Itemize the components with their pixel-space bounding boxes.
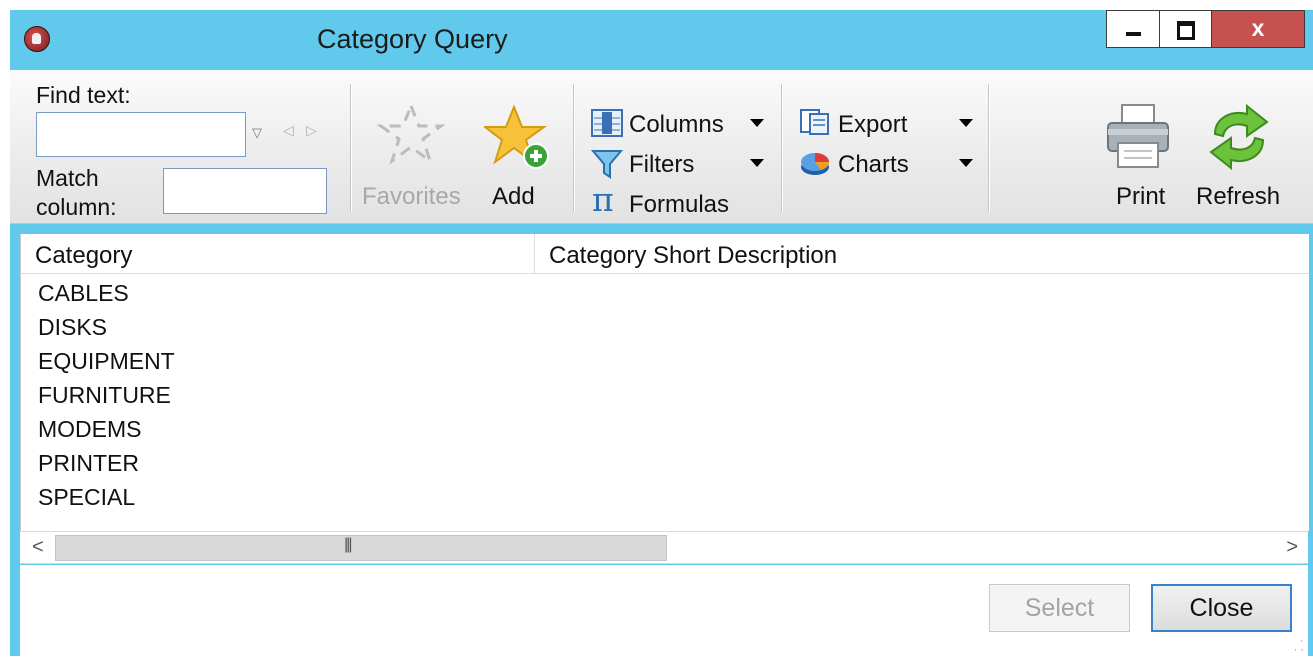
scrollbar-grip-icon: ||| xyxy=(344,536,353,553)
formulas-label: Formulas xyxy=(629,191,730,218)
export-icon xyxy=(800,109,829,135)
minimize-icon xyxy=(1126,32,1141,36)
select-label: Select xyxy=(1024,594,1095,622)
charts-label: Charts xyxy=(838,151,909,178)
maximize-icon xyxy=(1177,21,1195,40)
filters-dropdown-icon[interactable] xyxy=(750,159,764,167)
match-column-label-line2: column: xyxy=(36,194,117,220)
resize-grip-icon[interactable]: · · · xyxy=(1294,636,1304,656)
table-row[interactable]: PRINTER xyxy=(38,450,139,477)
formulas-icon: π xyxy=(592,180,614,219)
separator xyxy=(350,84,352,212)
refresh-label: Refresh xyxy=(1196,183,1281,210)
find-next-icon[interactable]: ▷ xyxy=(306,122,317,139)
export-dropdown-icon[interactable] xyxy=(959,119,973,127)
category-query-window: Category Query x Find text: ▽ ◁ ▷ Match … xyxy=(10,10,1313,657)
refresh-icon xyxy=(1209,104,1269,170)
find-text-label: Find text: xyxy=(36,82,131,108)
find-previous-icon[interactable]: ◁ xyxy=(283,122,294,139)
separator xyxy=(573,84,575,212)
close-window-button[interactable]: x xyxy=(1212,10,1305,48)
window-title: Category Query xyxy=(317,24,508,54)
horizontal-scrollbar[interactable]: < ||| > xyxy=(20,531,1308,564)
close-button[interactable]: Close xyxy=(1151,584,1292,632)
dialog-footer: Select Close · · · xyxy=(20,565,1308,657)
results-grid: Category Category Short Description CABL… xyxy=(20,234,1309,531)
table-row[interactable]: MODEMS xyxy=(38,416,142,443)
print-label: Print xyxy=(1116,183,1166,210)
table-row[interactable]: SPECIAL xyxy=(38,484,135,511)
favorites-label: Favorites xyxy=(362,183,461,210)
column-header-label: Category Short Description xyxy=(549,242,838,269)
columns-icon xyxy=(591,109,623,137)
find-text-input[interactable] xyxy=(36,112,246,157)
find-dropdown-icon[interactable]: ▽ xyxy=(252,125,262,141)
column-header-category[interactable]: Category xyxy=(21,234,535,274)
columns-dropdown-icon[interactable] xyxy=(750,119,764,127)
scroll-right-icon[interactable]: > xyxy=(1286,536,1298,559)
app-icon[interactable] xyxy=(24,26,50,52)
export-label: Export xyxy=(838,111,908,138)
table-row[interactable]: DISKS xyxy=(38,314,107,341)
toolbar: Find text: ▽ ◁ ▷ Match column: Favorites… xyxy=(10,70,1313,224)
columns-label: Columns xyxy=(629,111,724,138)
close-label: Close xyxy=(1189,594,1254,622)
print-icon xyxy=(1107,104,1169,168)
minimize-button[interactable] xyxy=(1106,10,1160,48)
select-button[interactable]: Select xyxy=(989,584,1130,632)
scrollbar-thumb[interactable]: ||| xyxy=(55,535,667,561)
match-column-label-line1: Match xyxy=(36,165,99,191)
table-row[interactable]: CABLES xyxy=(38,280,129,307)
title-bar[interactable]: Category Query x xyxy=(10,10,1313,70)
match-column-input[interactable] xyxy=(163,168,327,214)
filters-label: Filters xyxy=(629,151,695,178)
add-star-icon xyxy=(484,104,549,169)
table-row[interactable]: EQUIPMENT xyxy=(38,348,175,375)
table-row[interactable]: FURNITURE xyxy=(38,382,171,409)
separator xyxy=(988,84,990,212)
column-header-short-description[interactable]: Category Short Description xyxy=(535,234,1309,274)
filters-icon xyxy=(591,150,623,179)
column-header-label: Category xyxy=(35,242,133,269)
favorites-icon xyxy=(377,102,445,165)
charts-dropdown-icon[interactable] xyxy=(959,159,973,167)
separator xyxy=(781,84,783,212)
charts-icon xyxy=(801,153,829,175)
add-label: Add xyxy=(492,183,535,210)
maximize-button[interactable] xyxy=(1160,10,1212,48)
scroll-left-icon[interactable]: < xyxy=(32,536,44,559)
